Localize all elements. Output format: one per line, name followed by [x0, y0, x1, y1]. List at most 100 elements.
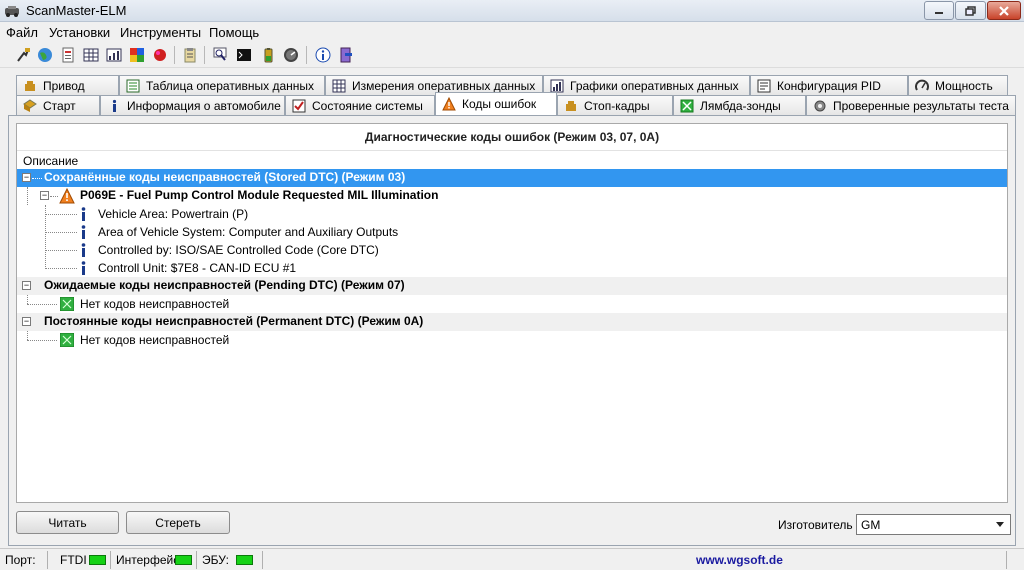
toolbar-globe-button[interactable] — [35, 45, 55, 65]
maximize-button[interactable] — [955, 1, 986, 20]
warning-icon — [59, 188, 75, 204]
toolbar-grid-button[interactable] — [81, 45, 101, 65]
menu-file[interactable]: Файл — [6, 25, 38, 40]
tab-vehicle-info[interactable]: Информация о автомобиле — [100, 95, 285, 115]
tab-system-status[interactable]: Состояние системы — [285, 95, 435, 115]
collapse-icon[interactable]: − — [22, 173, 31, 182]
tab-label: Информация о автомобиле — [127, 98, 281, 113]
tab-label: Состояние системы — [312, 98, 423, 113]
status-separator — [47, 551, 48, 569]
tree-item-no-codes[interactable]: Нет кодов неисправностей — [17, 295, 1007, 313]
start-icon — [23, 98, 37, 113]
manufacturer-select[interactable]: GM — [856, 514, 1011, 535]
dtc-header: Диагностические коды ошибок (Режим 03, 0… — [364, 130, 660, 144]
tab-live-data-table[interactable]: Таблица оперативных данных — [119, 75, 325, 95]
toolbar-chart-button[interactable] — [104, 45, 124, 65]
ok-icon — [60, 297, 74, 311]
tab-label: Мощность — [935, 78, 993, 93]
tab-live-data-graphs[interactable]: Графики оперативных данных — [543, 75, 750, 95]
no-codes-label: Нет кодов неисправностей — [80, 297, 230, 311]
tree-group-label: Ожидаемые коды неисправностей (Pending D… — [44, 278, 405, 292]
tree-group-stored[interactable]: − Сохранённые коды неисправностей (Store… — [17, 169, 1007, 187]
menu-help[interactable]: Помощь — [209, 25, 259, 40]
toolbar-separator — [306, 46, 307, 64]
read-button[interactable]: Читать — [16, 511, 119, 534]
tab-tested-results[interactable]: Проверенные результаты теста — [806, 95, 1016, 115]
tab-start[interactable]: Старт — [16, 95, 100, 115]
tab-freeze-frames[interactable]: Стоп-кадры — [557, 95, 673, 115]
tab-power[interactable]: Мощность — [908, 75, 1008, 95]
tree-group-permanent[interactable]: − Постоянные коды неисправностей (Perman… — [17, 313, 1007, 331]
engine-icon — [23, 79, 37, 93]
column-header-description[interactable]: Описание — [17, 150, 1007, 170]
tab-label: Привод — [43, 78, 85, 93]
interface-led-indicator — [175, 555, 192, 565]
tab-oxygen-sensors[interactable]: Лямбда-зонды — [673, 95, 806, 115]
toolbar-clipboard-button[interactable] — [180, 45, 200, 65]
chart-icon — [550, 79, 564, 93]
tree-line — [50, 196, 58, 197]
toolbar-report-button[interactable] — [58, 45, 78, 65]
collapse-icon[interactable]: − — [22, 317, 31, 326]
tree-item-dtc-code[interactable]: − P069E - Fuel Pump Control Module Reque… — [17, 187, 1007, 205]
clear-button[interactable]: Стереть — [126, 511, 230, 534]
no-codes-label: Нет кодов неисправностей — [80, 333, 230, 347]
collapse-icon[interactable]: − — [40, 191, 49, 200]
detail-label: Area of Vehicle System: Computer and Aux… — [98, 225, 399, 239]
tree-line — [27, 304, 57, 305]
config-icon — [757, 79, 771, 93]
toolbar-separator — [174, 46, 175, 64]
minimize-icon — [935, 11, 943, 14]
warning-icon — [442, 97, 456, 111]
chart-icon — [106, 48, 122, 62]
tab-pid-config[interactable]: Конфигурация PID — [750, 75, 908, 95]
toolbar-info-button[interactable] — [313, 45, 333, 65]
tree-group-pending[interactable]: − Ожидаемые коды неисправностей (Pending… — [17, 277, 1007, 295]
dtc-code-label: P069E - Fuel Pump Control Module Request… — [80, 188, 439, 202]
ftdi-led-indicator — [89, 555, 106, 565]
toolbar-separator — [204, 46, 205, 64]
table-icon — [126, 79, 140, 93]
status-separator — [196, 551, 197, 569]
info-icon — [315, 47, 331, 63]
toolbar-ball-button[interactable] — [150, 45, 170, 65]
menu-tools[interactable]: Инструменты — [120, 25, 201, 40]
search-icon — [213, 47, 227, 61]
toolbar-connect-button[interactable] — [13, 45, 33, 65]
ecu-label: ЭБУ: — [202, 553, 229, 567]
menu-settings[interactable]: Установки — [49, 25, 110, 40]
power-icon — [915, 79, 929, 93]
interface-label: Интерфейс: — [116, 553, 183, 567]
tree-item-detail[interactable]: Area of Vehicle System: Computer and Aux… — [17, 223, 1007, 241]
window-title: ScanMaster-ELM — [26, 3, 127, 18]
tree-item-detail[interactable]: Controlled by: ISO/SAE Controlled Code (… — [17, 241, 1007, 259]
tree-item-no-codes[interactable]: Нет кодов неисправностей — [17, 331, 1007, 349]
detail-label: Controlled by: ISO/SAE Controlled Code (… — [98, 243, 379, 257]
toolbar-search-button[interactable] — [211, 45, 231, 65]
tab-label: Старт — [43, 98, 76, 113]
tab-label: Измерения оперативных данных — [352, 78, 536, 93]
collapse-icon[interactable]: − — [22, 281, 31, 290]
tab-error-codes[interactable]: Коды ошибок — [435, 92, 557, 115]
manufacturer-label: Изготовитель — [778, 518, 853, 532]
toolbar-colors-button[interactable] — [127, 45, 147, 65]
colors-icon — [130, 48, 144, 62]
status-separator — [1006, 551, 1007, 569]
tree-item-detail[interactable]: Controll Unit: $7E8 - CAN-ID ECU #1 — [17, 259, 1007, 277]
ecu-led-indicator — [236, 555, 253, 565]
website-link[interactable]: www.wgsoft.de — [696, 553, 783, 567]
close-button[interactable] — [987, 1, 1021, 20]
toolbar-exit-button[interactable] — [336, 45, 356, 65]
tab-drive[interactable]: Привод — [16, 75, 119, 95]
tab-label: Таблица оперативных данных — [146, 78, 315, 93]
toolbar-battery-button[interactable] — [258, 45, 278, 65]
tree-item-detail[interactable]: Vehicle Area: Powertrain (P) — [17, 205, 1007, 223]
toolbar-gauge-button[interactable] — [281, 45, 301, 65]
dtc-tree[interactable]: Диагностические коды ошибок (Режим 03, 0… — [16, 123, 1008, 503]
minimize-button[interactable] — [924, 1, 954, 20]
grid-icon — [83, 48, 99, 62]
oxygen-sensor-icon — [680, 99, 694, 113]
battery-icon — [264, 48, 273, 63]
toolbar-terminal-button[interactable] — [234, 45, 254, 65]
chevron-down-icon — [996, 522, 1004, 527]
